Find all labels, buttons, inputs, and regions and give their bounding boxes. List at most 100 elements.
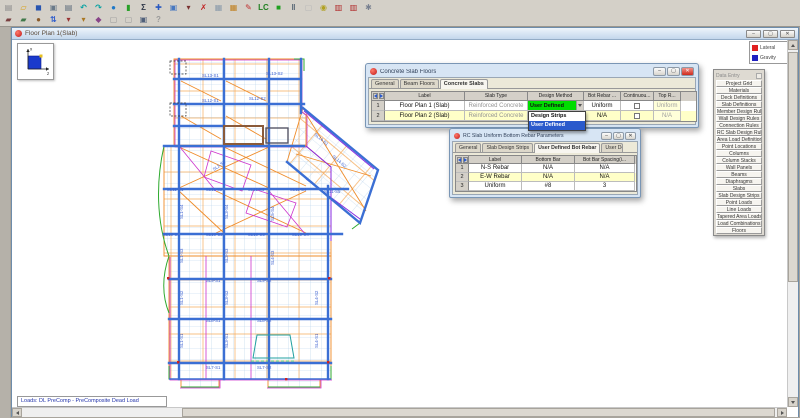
dropdown-arrow-icon[interactable] [576, 101, 583, 110]
table-row[interactable]: 2 E-W Rebar N/A N/A [456, 173, 636, 182]
cell-bar-spacing[interactable]: 3 [575, 182, 635, 191]
data-entry-item-beams[interactable]: Beams [716, 171, 762, 178]
horizontal-scroll-thumb[interactable] [182, 408, 775, 417]
cell-top-rebar[interactable]: Uniform [654, 101, 681, 111]
col-bottom-bar[interactable]: Bottom Bar [522, 156, 575, 164]
data-entry-item-wall-panels[interactable]: Wall Panels [716, 164, 762, 171]
grid-icon[interactable]: ▦ [212, 1, 225, 13]
plan-view-icon[interactable]: ▣ [167, 1, 180, 13]
copy-icon[interactable]: ▣ [47, 1, 60, 13]
dialog1-minimize-icon[interactable]: ‒ [653, 67, 666, 76]
target-snap-icon[interactable]: ● [32, 13, 45, 25]
undo-icon[interactable]: ↶ [77, 1, 90, 13]
table-row[interactable]: 3 Uniform #8 3 [456, 182, 636, 191]
data-entry-item-line-loads[interactable]: Line Loads [716, 206, 762, 213]
tab-user-def[interactable]: User Def [601, 143, 623, 152]
paste-properties-icon[interactable]: ▰ [17, 13, 30, 25]
add-view-icon[interactable]: ✚ [152, 1, 165, 13]
cell-bottom-bar[interactable]: N/A [522, 164, 575, 173]
elevation-view-icon[interactable]: ▮ [122, 1, 135, 13]
col-bot-bar-spacing[interactable]: Bot Bar Spacing(i... [575, 156, 635, 164]
block-op-icon[interactable]: ▢ [107, 13, 120, 25]
save-icon[interactable]: ◼ [32, 1, 45, 13]
cell-rebar-label[interactable]: E-W Rebar [469, 173, 522, 182]
vertical-scroll-thumb[interactable] [788, 52, 798, 282]
cell-label[interactable]: Floor Plan 1 (Slab) [385, 101, 465, 111]
cell-bottom-bar[interactable]: N/A [522, 173, 575, 182]
redo-icon[interactable]: ↷ [92, 1, 105, 13]
dialog2-minimize-icon[interactable]: ‒ [601, 132, 612, 140]
col-slab-type[interactable]: Slab Type [465, 92, 528, 101]
block-fill-icon[interactable]: ◆ [92, 13, 105, 25]
data-entry-titlebar[interactable]: Data Entry [715, 71, 763, 80]
continuous-checkbox[interactable] [634, 113, 640, 119]
cell-bot-rebar[interactable]: Uniform [584, 101, 621, 111]
data-entry-item-slab-definitions[interactable]: Slab Definitions [716, 101, 762, 108]
dialog2-close-icon[interactable]: ✕ [625, 132, 636, 140]
scroll-left-icon[interactable] [12, 408, 22, 417]
cell-bar-spacing[interactable]: N/A [575, 164, 635, 173]
continuous-checkbox[interactable] [634, 103, 640, 109]
horizontal-scrollbar[interactable] [12, 407, 787, 417]
cell-design-method[interactable]: User Defined [528, 101, 584, 111]
col-label[interactable]: Label [385, 92, 465, 101]
data-entry-item-area-load-definitions[interactable]: Area Load Definitions [716, 136, 762, 143]
load-combination-icon[interactable]: LC [257, 1, 270, 13]
tab-beam-floors[interactable]: Beam Floors [400, 79, 439, 88]
data-entry-item-materials[interactable]: Materials [716, 87, 762, 94]
data-entry-item-diaphragms[interactable]: Diaphragms [716, 178, 762, 185]
cell-top-rebar[interactable]: N/A [654, 111, 681, 121]
tab-slab-design-strips[interactable]: Slab Design Strips [482, 143, 533, 152]
print-icon[interactable]: ▤ [62, 1, 75, 13]
cell-bottom-bar[interactable]: #8 [522, 182, 575, 191]
snapshot-icon[interactable]: ▣ [137, 13, 150, 25]
help-icon[interactable]: ? [152, 13, 165, 25]
insert-row-icon[interactable]: ▾ [62, 13, 75, 25]
scroll-right-icon[interactable] [777, 408, 787, 417]
col-top-rebar[interactable]: Top R... [654, 92, 681, 101]
3d-view-icon[interactable]: ● [107, 1, 120, 13]
cell-continuous[interactable] [621, 101, 654, 111]
scroll-down-icon[interactable] [788, 397, 798, 407]
data-entry-item-column-stacks[interactable]: Column Stacks [716, 157, 762, 164]
dropdown-option-design-strips[interactable]: Design Strips [529, 112, 585, 121]
dialog1-titlebar[interactable]: Concrete Slab Floors ‒ ▢ ✕ [368, 66, 696, 77]
data-entry-item-slabs[interactable]: Slabs [716, 185, 762, 192]
copy-properties-icon[interactable]: ▰ [2, 13, 15, 25]
cell-bar-spacing[interactable]: N/A [575, 173, 635, 182]
col-continuous[interactable]: Continuou... [621, 92, 654, 101]
drawing-canvas[interactable]: SL13-S1SL13-S2SL12-S1SL12-S2SL14-S1SL14-… [12, 40, 798, 417]
data-entry-item-slab-design-strips[interactable]: Slab Design Strips [716, 192, 762, 199]
pause-icon[interactable]: ‖ [287, 1, 300, 13]
tab-general-2[interactable]: General [455, 143, 481, 152]
dialog2-maximize-icon[interactable]: ▢ [613, 132, 624, 140]
data-entry-collapse-button[interactable] [756, 73, 762, 79]
cell-rebar-label[interactable]: N-S Rebar [469, 164, 522, 173]
vertical-scrollbar[interactable] [787, 40, 798, 407]
tab-general[interactable]: General [371, 79, 399, 88]
col-label-2[interactable]: Label [469, 156, 522, 164]
options-gear-icon[interactable]: ✱ [362, 1, 375, 13]
cell-slab-type[interactable]: Reinforced Concrete [465, 111, 528, 121]
dialog1-close-icon[interactable]: ✕ [681, 67, 694, 76]
tab-user-defined-bot-rebar[interactable]: User Defined Bot Rebar [534, 143, 600, 153]
sort-icon[interactable]: ⇅ [47, 13, 60, 25]
open-file-icon[interactable]: ▱ [17, 1, 30, 13]
data-entry-item-floors[interactable]: Floors [716, 227, 762, 234]
data-entry-item-tapered-area-loads[interactable]: Tapered Area Loads [716, 213, 762, 220]
data-entry-item-project-grid[interactable]: Project Grid [716, 80, 762, 87]
data-entry-item-connection-rules[interactable]: Connection Rules [716, 122, 762, 129]
col-design-method[interactable]: Design Method [528, 92, 584, 101]
data-entry-item-deck-definitions[interactable]: Deck Definitions [716, 94, 762, 101]
table-row[interactable]: 1 Floor Plan 1 (Slab) Reinforced Concret… [372, 101, 696, 111]
dropdown-option-user-defined[interactable]: User Defined [529, 121, 585, 130]
tab-concrete-slabs[interactable]: Concrete Slabs [440, 79, 488, 89]
design-check-icon[interactable]: ✎ [242, 1, 255, 13]
cell-continuous[interactable] [621, 111, 654, 121]
table-row[interactable]: 1 N-S Rebar N/A N/A [456, 164, 636, 173]
prev-row-button-2[interactable] [457, 157, 462, 163]
data-entry-item-point-locations[interactable]: Point Locations [716, 143, 762, 150]
beam-tool-icon[interactable]: Σ [137, 1, 150, 13]
report-2-icon[interactable]: ▥ [347, 1, 360, 13]
minimize-icon[interactable]: ‒ [746, 30, 761, 38]
